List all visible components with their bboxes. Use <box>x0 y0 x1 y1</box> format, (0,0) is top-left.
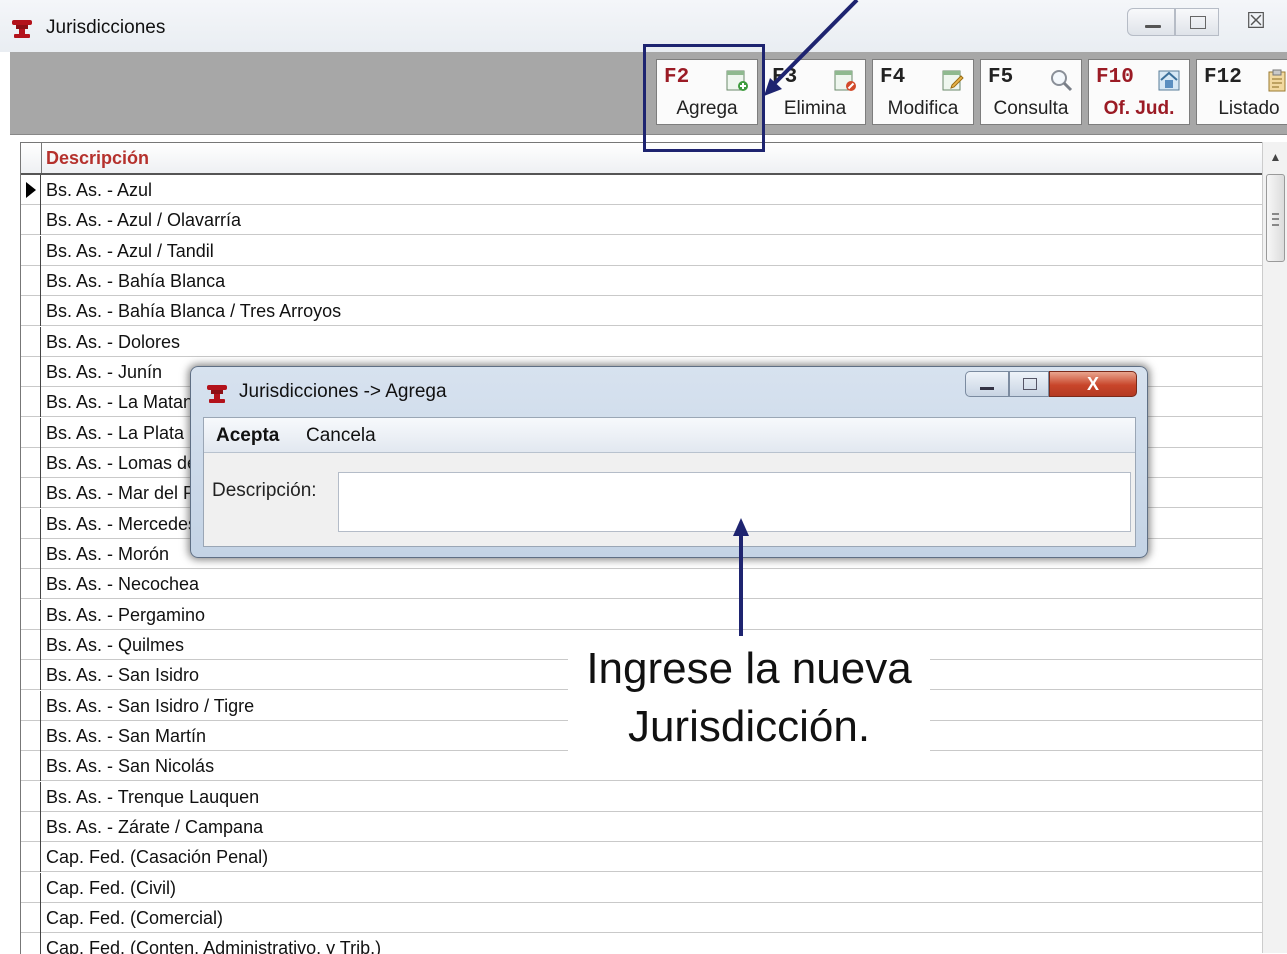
arrowhead-input <box>733 518 749 536</box>
arrow-to-agrega <box>770 0 859 88</box>
annotation-arrows <box>733 0 859 636</box>
annotation-line-2: Jurisdicción. <box>627 702 871 751</box>
annotation-text: Ingrese la nueva Jurisdicción. <box>568 640 930 756</box>
annotation-line-1: Ingrese la nueva <box>586 644 912 693</box>
